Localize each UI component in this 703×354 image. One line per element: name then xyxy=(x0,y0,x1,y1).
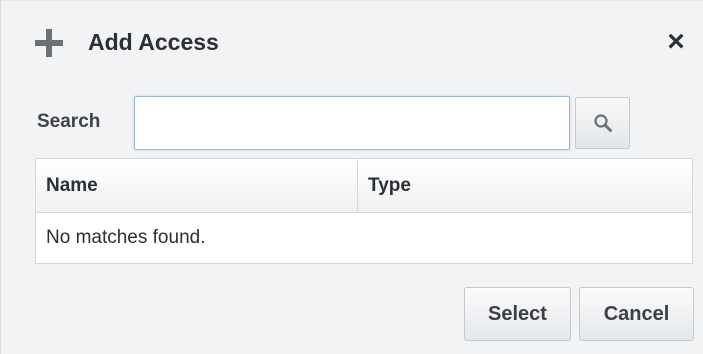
close-icon[interactable]: × xyxy=(663,27,689,57)
table-header: Name Type xyxy=(36,159,692,213)
dialog-header: Add Access × xyxy=(1,1,703,83)
empty-message: No matches found. xyxy=(46,227,206,248)
column-header-type[interactable]: Type xyxy=(358,159,692,212)
results-table: Name Type No matches found. xyxy=(35,158,693,264)
cancel-button[interactable]: Cancel xyxy=(579,287,694,341)
search-button[interactable] xyxy=(575,97,630,149)
add-access-dialog: Add Access × Search Name Type No matches… xyxy=(0,0,703,354)
search-label: Search xyxy=(37,111,101,132)
plus-icon xyxy=(35,29,63,57)
search-input[interactable] xyxy=(134,96,570,150)
column-header-name[interactable]: Name xyxy=(36,159,358,212)
search-icon xyxy=(594,114,612,132)
select-button[interactable]: Select xyxy=(464,287,571,341)
dialog-title: Add Access xyxy=(88,29,219,55)
